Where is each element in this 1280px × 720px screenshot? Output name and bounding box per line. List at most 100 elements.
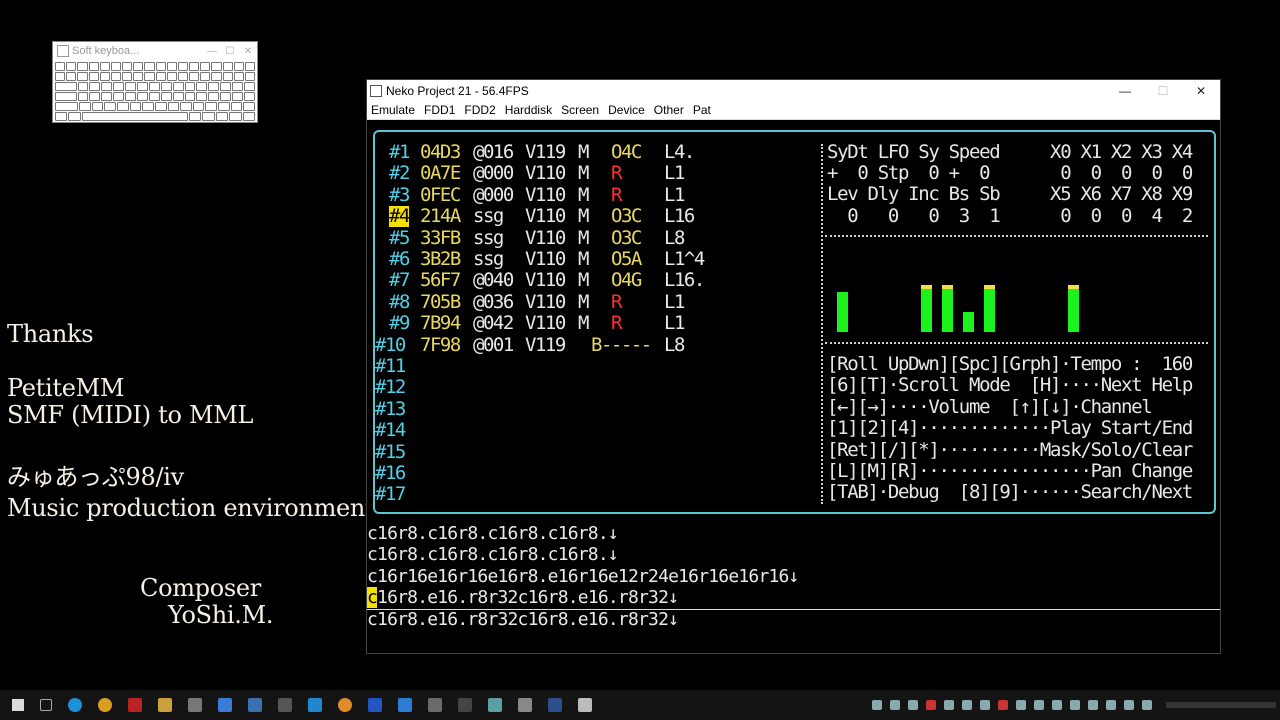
status-row: + 0 Stp 0 + 0 0 0 0 0 0 [827,162,1193,184]
menu-bar: Emulate FDD1 FDD2 Harddisk Screen Device… [367,101,1220,120]
tray-icon[interactable] [890,700,900,710]
app-icon[interactable] [428,698,442,712]
close-button[interactable]: ✕ [239,46,257,57]
meter-peak [942,285,953,289]
menu-harddisk[interactable]: Harddisk [501,103,557,117]
track-mode: M [578,205,589,228]
taskbar [0,690,1280,720]
tray-icon[interactable] [944,700,954,710]
tray-icon[interactable] [872,700,882,710]
task-view-icon[interactable] [40,699,52,711]
cat-icon [370,84,382,97]
emulator-titlebar[interactable]: Neko Project 21 - 56.4FPS — ☐ ✕ [367,80,1220,101]
app-icon[interactable] [368,698,382,712]
track-num: #8 [389,290,410,313]
app-icon[interactable] [308,698,322,712]
tray-icon[interactable] [1034,700,1044,710]
minimize-button[interactable]: — [203,46,221,57]
mml-line-current[interactable]: c16r8.e16.r8r32c16r8.e16.r8r32↓ [367,587,679,608]
track-len: L8 [664,226,685,249]
tray-icon[interactable] [1106,700,1116,710]
tray-icon[interactable] [1124,700,1134,710]
system-tray [868,690,1280,720]
app-icon[interactable] [188,698,202,712]
thanks-heading: Thanks [7,320,94,348]
track-len: L8 [664,333,685,356]
track-mode: M [578,248,589,270]
menu-other[interactable]: Other [650,103,689,117]
tray-icon[interactable] [908,700,918,710]
tray-icon[interactable] [962,700,972,710]
app-icon[interactable] [458,698,472,712]
chrome-browser-icon[interactable] [98,698,112,712]
meter-bar [837,292,848,332]
key-row [55,62,256,71]
tray-icon[interactable] [1142,700,1152,710]
tray-icon[interactable] [1016,700,1026,710]
menu-device[interactable]: Device [604,103,650,117]
app-icon[interactable] [278,698,292,712]
track-num: #12 [375,376,406,399]
soft-keyboard-window[interactable]: Soft keyboa... — ☐ ✕ [52,41,258,123]
app-icon[interactable] [518,698,532,712]
app-icon[interactable] [548,698,562,712]
help-line: [1][2][4]·············Play Start/End [827,417,1193,440]
track-num: #9 [389,312,410,335]
track-num: #15 [375,440,406,463]
clock[interactable] [1166,702,1276,708]
blender-icon[interactable] [338,698,352,712]
track-mode: M [578,183,589,206]
tray-icon[interactable] [1052,700,1062,710]
maximize-button[interactable]: ☐ [1144,84,1182,98]
emulator-window[interactable]: Neko Project 21 - 56.4FPS — ☐ ✕ Emulate … [366,79,1221,654]
tray-icon[interactable] [980,700,990,710]
track-len: L4. [664,141,695,163]
menu-fdd2[interactable]: FDD2 [460,103,500,117]
menu-fdd1[interactable]: FDD1 [420,103,460,117]
emulator-taskbar-icon[interactable] [578,698,592,712]
menu-emulate[interactable]: Emulate [367,103,420,117]
windows-start-icon[interactable] [12,699,24,711]
track-vol: V110 [525,248,566,270]
track-len: L1 [664,183,685,206]
window-title: Neko Project 21 - 56.4FPS [386,83,529,98]
track-len: L16 [664,205,695,228]
app-icon[interactable] [398,698,412,712]
edge-browser-icon[interactable] [68,698,82,712]
menu-pat[interactable]: Pat [689,103,716,117]
app-icon[interactable] [488,698,502,712]
app-icon[interactable] [218,698,232,712]
app-icon[interactable] [128,698,142,712]
menu-screen[interactable]: Screen [557,103,604,117]
track-len: L1 [664,312,685,335]
file-explorer-icon[interactable] [158,698,172,712]
separator [825,235,1208,237]
track-inst: ssg [473,248,504,270]
environment-name: みゅあっぷ98/iv [7,463,184,491]
soft-keyboard-keys[interactable] [55,62,256,121]
track-note: R [611,290,622,313]
track-num: #10 [375,333,406,356]
track-inst: @000 [473,183,514,206]
tray-icon[interactable] [998,700,1008,710]
tray-icon[interactable] [926,700,936,710]
track-vol: V110 [525,162,566,185]
tray-icon[interactable] [1070,700,1080,710]
help-line: [6][T]·Scroll Mode [H]····Next Help [827,374,1193,397]
maximize-button[interactable]: ☐ [221,46,239,57]
track-addr: 7F98 [420,333,461,356]
app-icon[interactable] [248,698,262,712]
separator [825,342,1208,344]
track-vol: V110 [525,205,566,228]
close-button[interactable]: ✕ [1182,84,1220,98]
minimize-button[interactable]: — [1106,84,1144,98]
track-addr: 04D3 [420,141,461,163]
tray-icon[interactable] [1088,700,1098,710]
track-len: L1 [664,290,685,313]
track-mode: M [578,312,589,335]
mml-line: c16r8.c16r8.c16r8.c16r8.↓ [367,523,619,544]
meter-bar [1068,285,1079,332]
track-addr: 3B2B [420,248,461,270]
help-line: [TAB]·Debug [8][9]······Search/Next [827,481,1193,504]
soft-keyboard-titlebar[interactable]: Soft keyboa... — ☐ ✕ [53,42,257,60]
